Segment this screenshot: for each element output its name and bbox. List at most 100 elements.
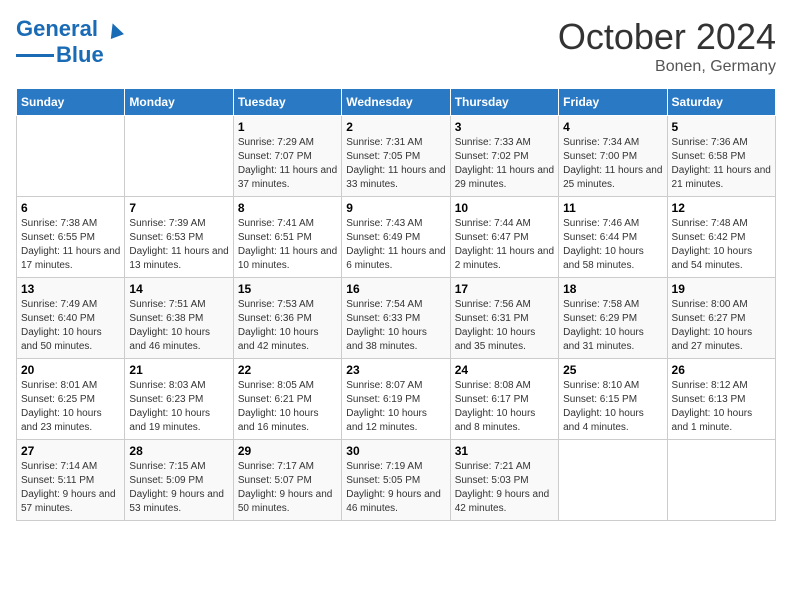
day-info: Sunrise: 7:38 AMSunset: 6:55 PMDaylight:… — [21, 217, 120, 273]
weekday-header-thursday: Thursday — [450, 89, 558, 116]
day-info: Sunrise: 7:17 AMSunset: 5:07 PMDaylight:… — [238, 460, 337, 516]
day-info: Sunrise: 8:03 AMSunset: 6:23 PMDaylight:… — [129, 379, 228, 435]
day-number: 4 — [563, 120, 662, 134]
day-info: Sunrise: 7:33 AMSunset: 7:02 PMDaylight:… — [455, 136, 554, 192]
day-info: Sunrise: 7:54 AMSunset: 6:33 PMDaylight:… — [346, 298, 445, 354]
day-info: Sunrise: 7:19 AMSunset: 5:05 PMDaylight:… — [346, 460, 445, 516]
day-cell: 28Sunrise: 7:15 AMSunset: 5:09 PMDayligh… — [125, 440, 233, 521]
day-cell: 22 Sunrise: 8:05 AMSunset: 6:21 PMDayligh… — [233, 359, 341, 440]
day-cell: 16 Sunrise: 7:54 AMSunset: 6:33 PMDayligh… — [342, 278, 450, 359]
day-cell: 18 Sunrise: 7:58 AMSunset: 6:29 PMDayligh… — [559, 278, 667, 359]
day-cell: 5Sunrise: 7:36 AMSunset: 6:58 PMDaylight… — [667, 116, 775, 197]
day-cell: 17Sunrise: 7:56 AMSunset: 6:31 PMDayligh… — [450, 278, 558, 359]
day-number: 17 — [455, 282, 554, 296]
day-cell: 13 Sunrise: 7:49 AMSunset: 6:40 PMDayligh… — [17, 278, 125, 359]
day-number: 13 — [21, 282, 120, 296]
calendar-table: SundayMondayTuesdayWednesdayThursdayFrid… — [16, 88, 776, 521]
day-number: 6 — [21, 201, 120, 215]
day-cell — [17, 116, 125, 197]
day-number: 26 — [672, 363, 771, 377]
week-row-5: 27Sunrise: 7:14 AMSunset: 5:11 PMDayligh… — [17, 440, 776, 521]
day-number: 23 — [346, 363, 445, 377]
day-info: Sunrise: 8:08 AMSunset: 6:17 PMDaylight:… — [455, 379, 554, 435]
week-row-4: 20Sunrise: 8:01 AMSunset: 6:25 PMDayligh… — [17, 359, 776, 440]
day-cell: 23 Sunrise: 8:07 AMSunset: 6:19 PMDayligh… — [342, 359, 450, 440]
day-info: Sunrise: 7:21 AMSunset: 5:03 PMDaylight:… — [455, 460, 554, 516]
day-number: 14 — [129, 282, 228, 296]
day-number: 21 — [129, 363, 228, 377]
day-cell: 6 Sunrise: 7:38 AMSunset: 6:55 PMDaylight… — [17, 197, 125, 278]
day-info: Sunrise: 7:48 AMSunset: 6:42 PMDaylight:… — [672, 217, 771, 273]
day-cell: 25 Sunrise: 8:10 AMSunset: 6:15 PMDayligh… — [559, 359, 667, 440]
day-number: 20 — [21, 363, 120, 377]
day-cell: 1 Sunrise: 7:29 AMSunset: 7:07 PMDaylight… — [233, 116, 341, 197]
day-info: Sunrise: 7:29 AMSunset: 7:07 PMDaylight:… — [238, 136, 337, 192]
day-number: 19 — [672, 282, 771, 296]
week-row-2: 6 Sunrise: 7:38 AMSunset: 6:55 PMDaylight… — [17, 197, 776, 278]
day-number: 2 — [346, 120, 445, 134]
day-cell: 24 Sunrise: 8:08 AMSunset: 6:17 PMDayligh… — [450, 359, 558, 440]
day-cell: 19Sunrise: 8:00 AMSunset: 6:27 PMDayligh… — [667, 278, 775, 359]
day-cell: 11Sunrise: 7:46 AMSunset: 6:44 PMDayligh… — [559, 197, 667, 278]
day-number: 8 — [238, 201, 337, 215]
week-row-1: 1 Sunrise: 7:29 AMSunset: 7:07 PMDaylight… — [17, 116, 776, 197]
logo-text: General — [16, 16, 124, 42]
title-block: October 2024 Bonen, Germany — [558, 16, 776, 76]
day-number: 11 — [563, 201, 662, 215]
day-info: Sunrise: 7:39 AMSunset: 6:53 PMDaylight:… — [129, 217, 228, 273]
day-info: Sunrise: 8:12 AMSunset: 6:13 PMDaylight:… — [672, 379, 771, 435]
page-header: General Blue October 2024 Bonen, Germany — [16, 16, 776, 76]
day-cell: 21 Sunrise: 8:03 AMSunset: 6:23 PMDayligh… — [125, 359, 233, 440]
day-number: 15 — [238, 282, 337, 296]
day-info: Sunrise: 8:10 AMSunset: 6:15 PMDaylight:… — [563, 379, 662, 435]
day-number: 9 — [346, 201, 445, 215]
day-info: Sunrise: 7:58 AMSunset: 6:29 PMDaylight:… — [563, 298, 662, 354]
logo-arrow-icon — [106, 21, 124, 39]
day-info: Sunrise: 7:14 AMSunset: 5:11 PMDaylight:… — [21, 460, 120, 516]
day-cell: 26 Sunrise: 8:12 AMSunset: 6:13 PMDayligh… — [667, 359, 775, 440]
day-info: Sunrise: 7:15 AMSunset: 5:09 PMDaylight:… — [129, 460, 228, 516]
day-cell: 12 Sunrise: 7:48 AMSunset: 6:42 PMDayligh… — [667, 197, 775, 278]
day-info: Sunrise: 7:34 AMSunset: 7:00 PMDaylight:… — [563, 136, 662, 192]
day-info: Sunrise: 7:44 AMSunset: 6:47 PMDaylight:… — [455, 217, 554, 273]
day-cell: 4 Sunrise: 7:34 AMSunset: 7:00 PMDaylight… — [559, 116, 667, 197]
day-info: Sunrise: 8:07 AMSunset: 6:19 PMDaylight:… — [346, 379, 445, 435]
day-cell: 27Sunrise: 7:14 AMSunset: 5:11 PMDayligh… — [17, 440, 125, 521]
day-info: Sunrise: 7:53 AMSunset: 6:36 PMDaylight:… — [238, 298, 337, 354]
day-number: 16 — [346, 282, 445, 296]
day-cell: 29Sunrise: 7:17 AMSunset: 5:07 PMDayligh… — [233, 440, 341, 521]
day-info: Sunrise: 7:43 AMSunset: 6:49 PMDaylight:… — [346, 217, 445, 273]
day-cell: 31Sunrise: 7:21 AMSunset: 5:03 PMDayligh… — [450, 440, 558, 521]
day-info: Sunrise: 7:51 AMSunset: 6:38 PMDaylight:… — [129, 298, 228, 354]
day-cell: 9 Sunrise: 7:43 AMSunset: 6:49 PMDaylight… — [342, 197, 450, 278]
weekday-header-wednesday: Wednesday — [342, 89, 450, 116]
day-cell: 30Sunrise: 7:19 AMSunset: 5:05 PMDayligh… — [342, 440, 450, 521]
day-number: 1 — [238, 120, 337, 134]
day-number: 3 — [455, 120, 554, 134]
day-cell: 3 Sunrise: 7:33 AMSunset: 7:02 PMDaylight… — [450, 116, 558, 197]
day-number: 22 — [238, 363, 337, 377]
weekday-header-sunday: Sunday — [17, 89, 125, 116]
day-number: 25 — [563, 363, 662, 377]
day-cell: 10Sunrise: 7:44 AMSunset: 6:47 PMDayligh… — [450, 197, 558, 278]
month-title: October 2024 — [558, 16, 776, 58]
day-info: Sunrise: 8:05 AMSunset: 6:21 PMDaylight:… — [238, 379, 337, 435]
week-row-3: 13 Sunrise: 7:49 AMSunset: 6:40 PMDayligh… — [17, 278, 776, 359]
day-cell: 8Sunrise: 7:41 AMSunset: 6:51 PMDaylight… — [233, 197, 341, 278]
day-info: Sunrise: 7:49 AMSunset: 6:40 PMDaylight:… — [21, 298, 120, 354]
day-number: 12 — [672, 201, 771, 215]
weekday-header-friday: Friday — [559, 89, 667, 116]
day-info: Sunrise: 7:36 AMSunset: 6:58 PMDaylight:… — [672, 136, 771, 192]
day-number: 24 — [455, 363, 554, 377]
day-cell — [125, 116, 233, 197]
day-cell: 20Sunrise: 8:01 AMSunset: 6:25 PMDayligh… — [17, 359, 125, 440]
weekday-header-saturday: Saturday — [667, 89, 775, 116]
location: Bonen, Germany — [558, 58, 776, 76]
logo-underline — [16, 54, 54, 57]
day-cell: 14 Sunrise: 7:51 AMSunset: 6:38 PMDayligh… — [125, 278, 233, 359]
day-number: 18 — [563, 282, 662, 296]
logo: General Blue — [16, 16, 124, 68]
weekday-header-row: SundayMondayTuesdayWednesdayThursdayFrid… — [17, 89, 776, 116]
logo-blue: Blue — [56, 42, 104, 68]
day-cell — [667, 440, 775, 521]
